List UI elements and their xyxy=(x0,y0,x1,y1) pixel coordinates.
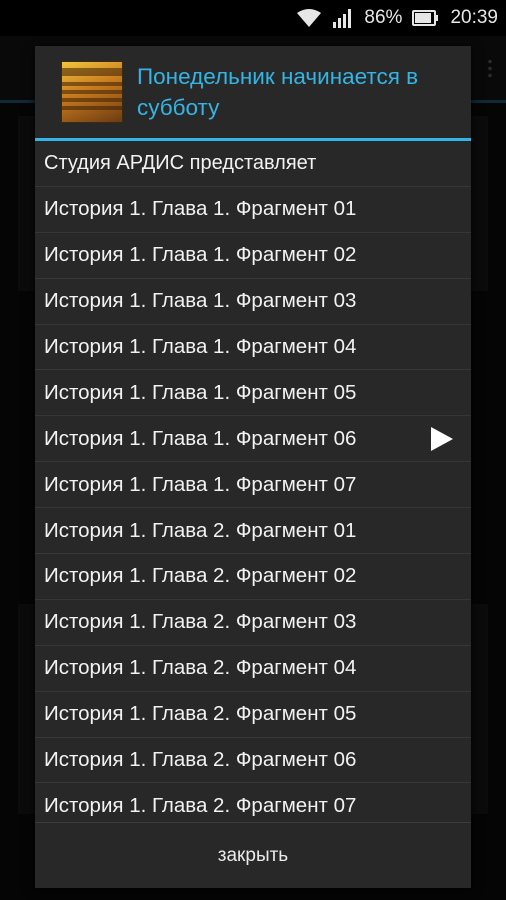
list-item-label: История 1. Глава 2. Фрагмент 02 xyxy=(44,564,357,588)
list-item-label: История 1. Глава 1. Фрагмент 02 xyxy=(44,243,357,267)
list-item[interactable]: Студия АРДИС представляет xyxy=(35,141,471,187)
list-item-label: Студия АРДИС представляет xyxy=(44,151,317,174)
list-item-label: История 1. Глава 1. Фрагмент 03 xyxy=(44,289,357,313)
battery-icon xyxy=(412,9,440,27)
list-item[interactable]: История 1. Глава 2. Фрагмент 05 xyxy=(35,692,471,738)
chapter-list-dialog: Понедельник начинается в субботу Студия … xyxy=(35,46,471,888)
list-item-label: История 1. Глава 2. Фрагмент 06 xyxy=(44,748,357,772)
list-item[interactable]: История 1. Глава 1. Фрагмент 06 xyxy=(35,416,471,463)
list-item-label: История 1. Глава 2. Фрагмент 03 xyxy=(44,610,357,634)
close-button[interactable]: закрыть xyxy=(35,823,471,888)
clock: 20:39 xyxy=(450,7,498,28)
list-item[interactable]: История 1. Глава 1. Фрагмент 03 xyxy=(35,279,471,325)
book-cover-icon xyxy=(61,61,123,123)
list-item-label: История 1. Глава 1. Фрагмент 05 xyxy=(44,380,357,404)
list-item[interactable]: История 1. Глава 2. Фрагмент 07 xyxy=(35,783,471,822)
list-item-label: История 1. Глава 1. Фрагмент 07 xyxy=(44,472,357,496)
list-item[interactable]: История 1. Глава 1. Фрагмент 07 xyxy=(35,462,471,509)
list-item[interactable]: История 1. Глава 1. Фрагмент 05 xyxy=(35,370,471,417)
dialog-header: Понедельник начинается в субботу xyxy=(35,46,471,138)
list-item[interactable]: История 1. Глава 1. Фрагмент 02 xyxy=(35,233,471,279)
dialog-title: Понедельник начинается в субботу xyxy=(137,64,419,120)
list-item[interactable]: История 1. Глава 2. Фрагмент 04 xyxy=(35,646,471,692)
list-item-label: История 1. Глава 2. Фрагмент 05 xyxy=(44,702,357,726)
list-item[interactable]: История 1. Глава 1. Фрагмент 01 xyxy=(35,187,471,233)
list-item[interactable]: История 1. Глава 2. Фрагмент 02 xyxy=(35,554,471,600)
signal-icon xyxy=(332,8,354,28)
list-item[interactable]: История 1. Глава 2. Фрагмент 06 xyxy=(35,738,471,784)
list-item-label: История 1. Глава 1. Фрагмент 01 xyxy=(44,197,357,221)
list-item-label: История 1. Глава 2. Фрагмент 04 xyxy=(44,656,357,680)
screen: 86% 20:39 Понедельник начинается в суббо… xyxy=(0,0,506,900)
list-item-label: История 1. Глава 1. Фрагмент 04 xyxy=(44,335,357,358)
list-item-label: История 1. Глава 2. Фрагмент 07 xyxy=(44,793,357,817)
wifi-icon xyxy=(296,8,322,28)
list-item[interactable]: История 1. Глава 1. Фрагмент 04 xyxy=(35,325,471,371)
list-item-label: История 1. Глава 2. Фрагмент 01 xyxy=(44,518,357,542)
play-icon xyxy=(431,426,453,451)
list-item[interactable]: История 1. Глава 2. Фрагмент 03 xyxy=(35,600,471,646)
list-item-label: История 1. Глава 1. Фрагмент 06 xyxy=(44,426,357,450)
battery-percent: 86% xyxy=(364,7,403,28)
chapter-list[interactable]: Студия АРДИС представляет История 1. Глав… xyxy=(35,141,471,822)
list-item[interactable]: История 1. Глава 2. Фрагмент 01 xyxy=(35,508,471,555)
status-bar: 86% 20:39 xyxy=(0,0,506,36)
